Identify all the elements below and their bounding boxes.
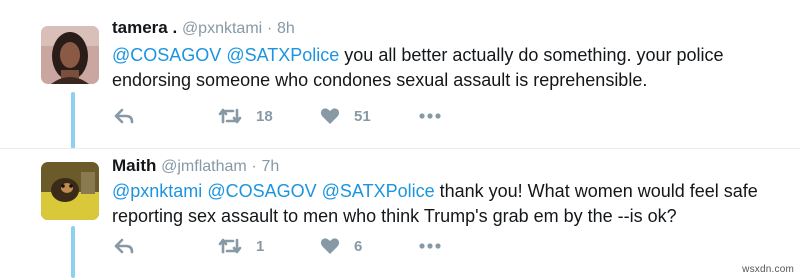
reply-icon bbox=[114, 108, 134, 124]
like-button[interactable]: 51 bbox=[320, 107, 371, 125]
retweet-icon bbox=[218, 238, 242, 254]
separator-dot: · bbox=[251, 158, 257, 175]
mention-link[interactable]: @COSAGOV bbox=[112, 45, 221, 65]
timestamp[interactable]: 7h bbox=[262, 158, 280, 175]
heart-icon bbox=[320, 108, 340, 124]
watermark: wsxdn.com bbox=[742, 264, 794, 275]
tweet[interactable]: Maith @jmflatham · 7h @pxnktami @COSAGOV… bbox=[0, 148, 800, 278]
mention-link[interactable]: @SATXPolice bbox=[226, 45, 339, 65]
reply-button[interactable] bbox=[114, 107, 134, 125]
user-handle[interactable]: @pxnktami bbox=[182, 20, 262, 37]
mention-link[interactable]: @COSAGOV bbox=[207, 181, 316, 201]
like-button[interactable]: 6 bbox=[320, 237, 362, 255]
timestamp[interactable]: 8h bbox=[277, 20, 295, 37]
avatar[interactable] bbox=[41, 162, 99, 220]
retweet-count: 18 bbox=[256, 107, 273, 125]
tweet-header: Maith @jmflatham · 7h bbox=[112, 156, 279, 176]
display-name[interactable]: Maith bbox=[112, 156, 156, 175]
more-button[interactable] bbox=[418, 237, 442, 255]
retweet-count: 1 bbox=[256, 237, 265, 255]
reply-button[interactable] bbox=[114, 237, 134, 255]
separator-dot: · bbox=[266, 20, 273, 37]
retweet-button[interactable]: 18 bbox=[218, 107, 273, 125]
tweet-header: tamera . @pxnktami · 8h bbox=[112, 18, 295, 38]
mention-link[interactable]: @SATXPolice bbox=[322, 181, 435, 201]
more-dots-icon bbox=[419, 113, 441, 119]
user-handle[interactable]: @jmflatham bbox=[161, 158, 247, 175]
more-dots-icon bbox=[419, 243, 441, 249]
like-count: 6 bbox=[354, 237, 363, 255]
avatar[interactable] bbox=[41, 26, 99, 84]
heart-icon bbox=[320, 238, 340, 254]
like-count: 51 bbox=[354, 107, 371, 125]
retweet-button[interactable]: 1 bbox=[218, 237, 264, 255]
display-name[interactable]: tamera . bbox=[112, 18, 177, 37]
mention-link[interactable]: @pxnktami bbox=[112, 181, 202, 201]
tweet-text: @pxnktami @COSAGOV @SATXPolice thank you… bbox=[112, 179, 772, 229]
more-button[interactable] bbox=[418, 107, 442, 125]
retweet-icon bbox=[218, 108, 242, 124]
tweet-text: @COSAGOV @SATXPolice you all better actu… bbox=[112, 43, 772, 93]
tweet[interactable]: tamera . @pxnktami · 8h @COSAGOV @SATXPo… bbox=[0, 0, 800, 148]
reply-icon bbox=[114, 238, 134, 254]
